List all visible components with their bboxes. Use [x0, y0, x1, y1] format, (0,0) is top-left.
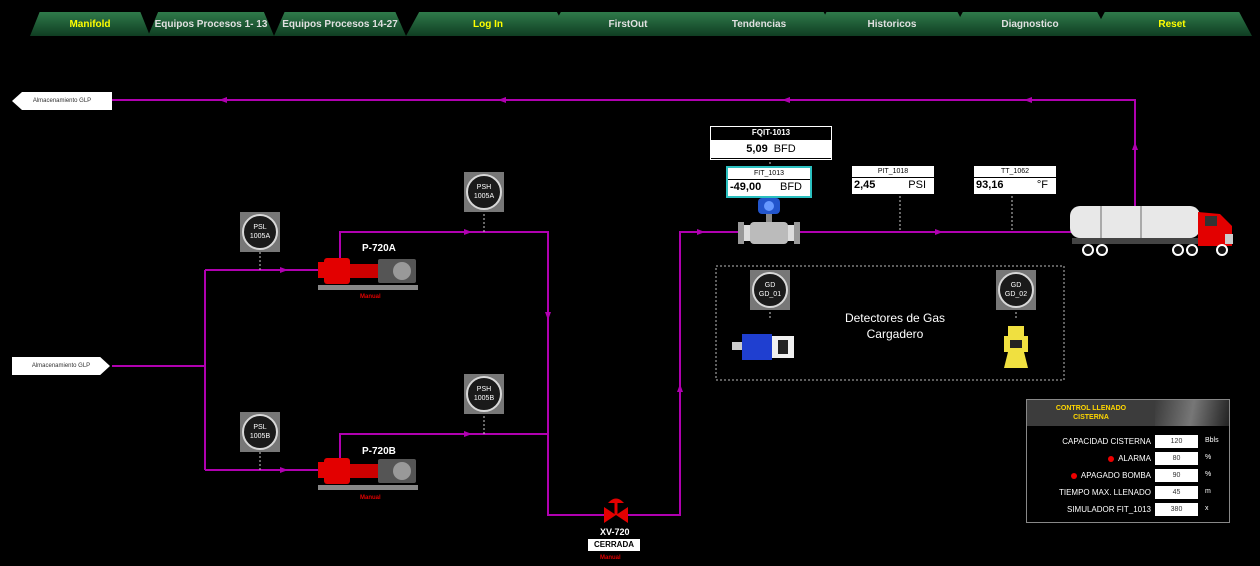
tiempo-max-input[interactable]: 45 [1155, 486, 1198, 499]
gas-detectors-title: Detectores de Gas Cargadero [820, 310, 970, 342]
storage-top-label: Almacenamiento GLP [12, 92, 112, 110]
control-row-simulador: SIMULADOR FIT_1013 380 x [1027, 503, 1229, 517]
pump-b-name: P-720B [362, 446, 396, 457]
simulador-input[interactable]: 380 [1155, 503, 1198, 516]
gas-detectors-line2: Cargadero [866, 327, 924, 341]
tt-1062-tag: TT_1062 [974, 166, 1056, 178]
apagado-bomba-input[interactable]: 90 [1155, 469, 1198, 482]
psl-1005a-indicator[interactable]: PSL 1005A [242, 214, 278, 250]
fit-1013-unit: BFD [780, 181, 802, 193]
control-row-tiempo: TIEMPO MAX. LLENADO 45 m [1027, 486, 1229, 500]
control-row-alarma: ALARMA 80 % [1027, 452, 1229, 466]
pump-b-mode[interactable]: Manual [360, 495, 381, 501]
valve-tag: XV-720 [600, 527, 630, 537]
control-label-simulador: SIMULADOR FIT_1013 [1066, 505, 1151, 514]
alarma-unit: % [1205, 454, 1212, 461]
valve-state: CERRADA [588, 539, 640, 551]
tt-1062-unit: °F [1036, 179, 1048, 191]
pump-a-mode[interactable]: Manual [360, 294, 381, 300]
simulador-unit: x [1205, 505, 1209, 512]
control-label-apagado: APAGADO BOMBA [1080, 471, 1151, 480]
psh-1005a-indicator[interactable]: PSH 1005A [466, 174, 502, 210]
apagado-unit: % [1205, 471, 1212, 478]
tt-1062-value: 93,16 [976, 179, 1004, 191]
pump-p720b-icon [318, 458, 418, 490]
tiempo-unit: m [1205, 488, 1211, 495]
gas-detectors-line1: Detectores de Gas [844, 311, 946, 325]
valve-xv720-icon [604, 498, 628, 523]
pump-off-indicator-icon [1070, 472, 1077, 479]
capacidad-cisterna-input[interactable]: 120 [1155, 435, 1198, 448]
fit-1013-display[interactable]: FIT_1013 -49,00 BFD [726, 166, 812, 198]
gd-01-indicator[interactable]: GD GD_01 [752, 272, 788, 308]
storage-left-label: Almacenamiento GLP [12, 357, 110, 375]
control-row-capacidad: CAPACIDAD CISTERNA 120 Bbls [1027, 435, 1229, 449]
valve-mode[interactable]: Manual [600, 555, 621, 561]
pump-a-name: P-720A [362, 243, 396, 254]
gas-detector-1-icon [732, 334, 794, 360]
fqit-1013-display: FQIT-1013 5,09 BFD [710, 126, 832, 160]
gd-02-indicator[interactable]: GD GD_02 [998, 272, 1034, 308]
gas-detector-2-icon [1004, 326, 1028, 368]
fit-1013-value: -49,00 [730, 181, 762, 193]
pit-1018-tag: PIT_1018 [852, 166, 934, 178]
tanker-truck-icon [1070, 206, 1233, 256]
hmi-screen: Manifold Equipos Procesos 1- 13 Equipos … [0, 0, 1260, 566]
control-panel-title: CONTROL LLENADO CISTERNA [1027, 400, 1155, 426]
fqit-1013-unit: BFD [773, 143, 796, 155]
tt-1062-display[interactable]: TT_1062 93,16 °F [972, 164, 1058, 196]
control-label-capacidad: CAPACIDAD CISTERNA [1062, 437, 1151, 446]
control-row-apagado: APAGADO BOMBA 90 % [1027, 469, 1229, 483]
psl-1005b-indicator[interactable]: PSL 1005B [242, 414, 278, 450]
fqit-1013-tag: FQIT-1013 [751, 128, 791, 137]
pit-1018-unit: PSI [908, 179, 926, 191]
psh-1005b-indicator[interactable]: PSH 1005B [466, 376, 502, 412]
pit-1018-value: 2,45 [854, 179, 876, 191]
alarma-input[interactable]: 80 [1155, 452, 1198, 465]
fit-1013-tag: FIT_1013 [728, 168, 810, 180]
pit-1018-display[interactable]: PIT_1018 2,45 PSI [850, 164, 936, 196]
control-label-alarma: ALARMA [1118, 454, 1151, 463]
capacidad-unit: Bbls [1205, 437, 1219, 444]
control-label-tiempo: TIEMPO MAX. LLENADO [1058, 488, 1151, 497]
flow-meter-icon [738, 198, 800, 244]
alarm-indicator-icon [1108, 455, 1115, 462]
fqit-1013-value: 5,09 [746, 143, 768, 155]
pump-p720a-icon [318, 258, 418, 290]
control-llenado-panel: CONTROL LLENADO CISTERNA CAPACIDAD CISTE… [1026, 399, 1230, 523]
control-title-line1: CONTROL LLENADO [1055, 405, 1127, 412]
control-title-line2: CISTERNA [1073, 414, 1109, 421]
